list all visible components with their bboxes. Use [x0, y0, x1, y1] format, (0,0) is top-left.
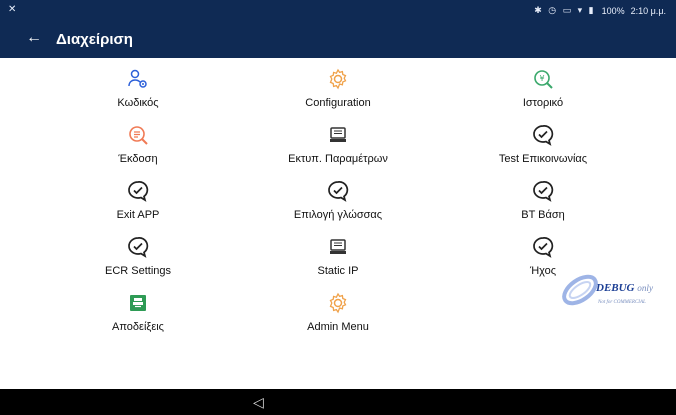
message-icon [531, 123, 555, 147]
menu-item-label: Εκτυπ. Παραμέτρων [288, 153, 388, 165]
menu-item-label: Αποδείξεις [112, 321, 164, 333]
user-settings-icon [126, 67, 150, 91]
menu-item-label: Ιστορικό [522, 97, 564, 109]
menu-item[interactable]: Αποδείξεις [58, 291, 218, 347]
receipt-printer-icon [126, 291, 150, 315]
menu-item[interactable]: ¥ Ιστορικό [463, 67, 623, 123]
system-navigation-bar: ◁ [0, 389, 676, 415]
status-icons: ✱ ◷ ▭ ▾ ▮ [534, 5, 596, 15]
watermark-sub: Not for COMMERCIAL [598, 300, 646, 305]
status-right-group: ✱ ◷ ▭ ▾ ▮ 100% 2:10 μ.μ. [534, 5, 666, 16]
notification-icon: ✕ [8, 4, 17, 15]
menu-item[interactable]: BT Βάση [463, 179, 623, 235]
coin-search-icon: ¥ [531, 67, 555, 91]
printer-icon [326, 123, 350, 147]
back-arrow-icon[interactable]: ← [26, 29, 42, 47]
menu-grid: Κωδικός Configuration ¥ Ιστορικό Έκδοση Εκτυπ… [0, 58, 676, 388]
menu-item-label: BT Βάση [521, 209, 565, 221]
menu-item[interactable]: Test Επικοινωνίας [463, 123, 623, 179]
menu-item-label: Κωδικός [117, 97, 159, 109]
nav-back-icon[interactable]: ◁ [253, 394, 264, 411]
menu-item-label: Configuration [305, 97, 371, 109]
message-icon [126, 235, 150, 259]
app-bar: ← Διαχείριση [0, 22, 676, 58]
menu-item[interactable]: Admin Menu [258, 291, 418, 347]
menu-item[interactable]: ECR Settings [58, 235, 218, 291]
status-bar: ✕ ✱ ◷ ▭ ▾ ▮ 100% 2:10 μ.μ. [0, 0, 676, 22]
menu-item[interactable]: Static IP [258, 235, 418, 291]
menu-item[interactable]: Configuration [258, 67, 418, 123]
message-icon [531, 235, 555, 259]
menu-item[interactable]: Exit APP [58, 179, 218, 235]
list-search-icon [126, 123, 150, 147]
battery-percent: 100% [601, 5, 625, 16]
page-title: Διαχείριση [56, 31, 133, 48]
menu-item-label: Static IP [317, 265, 359, 277]
menu-item-label: Επιλογή γλώσσας [293, 209, 383, 221]
menu-item-label: Test Επικοινωνίας [498, 153, 588, 165]
svg-text:¥: ¥ [539, 74, 544, 83]
menu-item[interactable]: Επιλογή γλώσσας [258, 179, 418, 235]
gear-icon [326, 291, 350, 315]
clock: 2:10 μ.μ. [630, 5, 666, 16]
menu-item-label: Admin Menu [307, 321, 369, 333]
printer-icon [326, 235, 350, 259]
menu-item-label: ECR Settings [104, 265, 172, 277]
message-icon [126, 179, 150, 203]
menu-item-label: Έκδοση [118, 153, 158, 165]
message-icon [326, 179, 350, 203]
menu-item[interactable]: Κωδικός [58, 67, 218, 123]
watermark-text: DEBUG only [596, 282, 654, 294]
menu-item[interactable]: Εκτυπ. Παραμέτρων [258, 123, 418, 179]
message-icon [531, 179, 555, 203]
debug-watermark: DEBUG only Not for COMMERCIAL [558, 270, 668, 320]
menu-item-label: Exit APP [116, 209, 160, 221]
gear-icon [326, 67, 350, 91]
menu-item[interactable]: Έκδοση [58, 123, 218, 179]
